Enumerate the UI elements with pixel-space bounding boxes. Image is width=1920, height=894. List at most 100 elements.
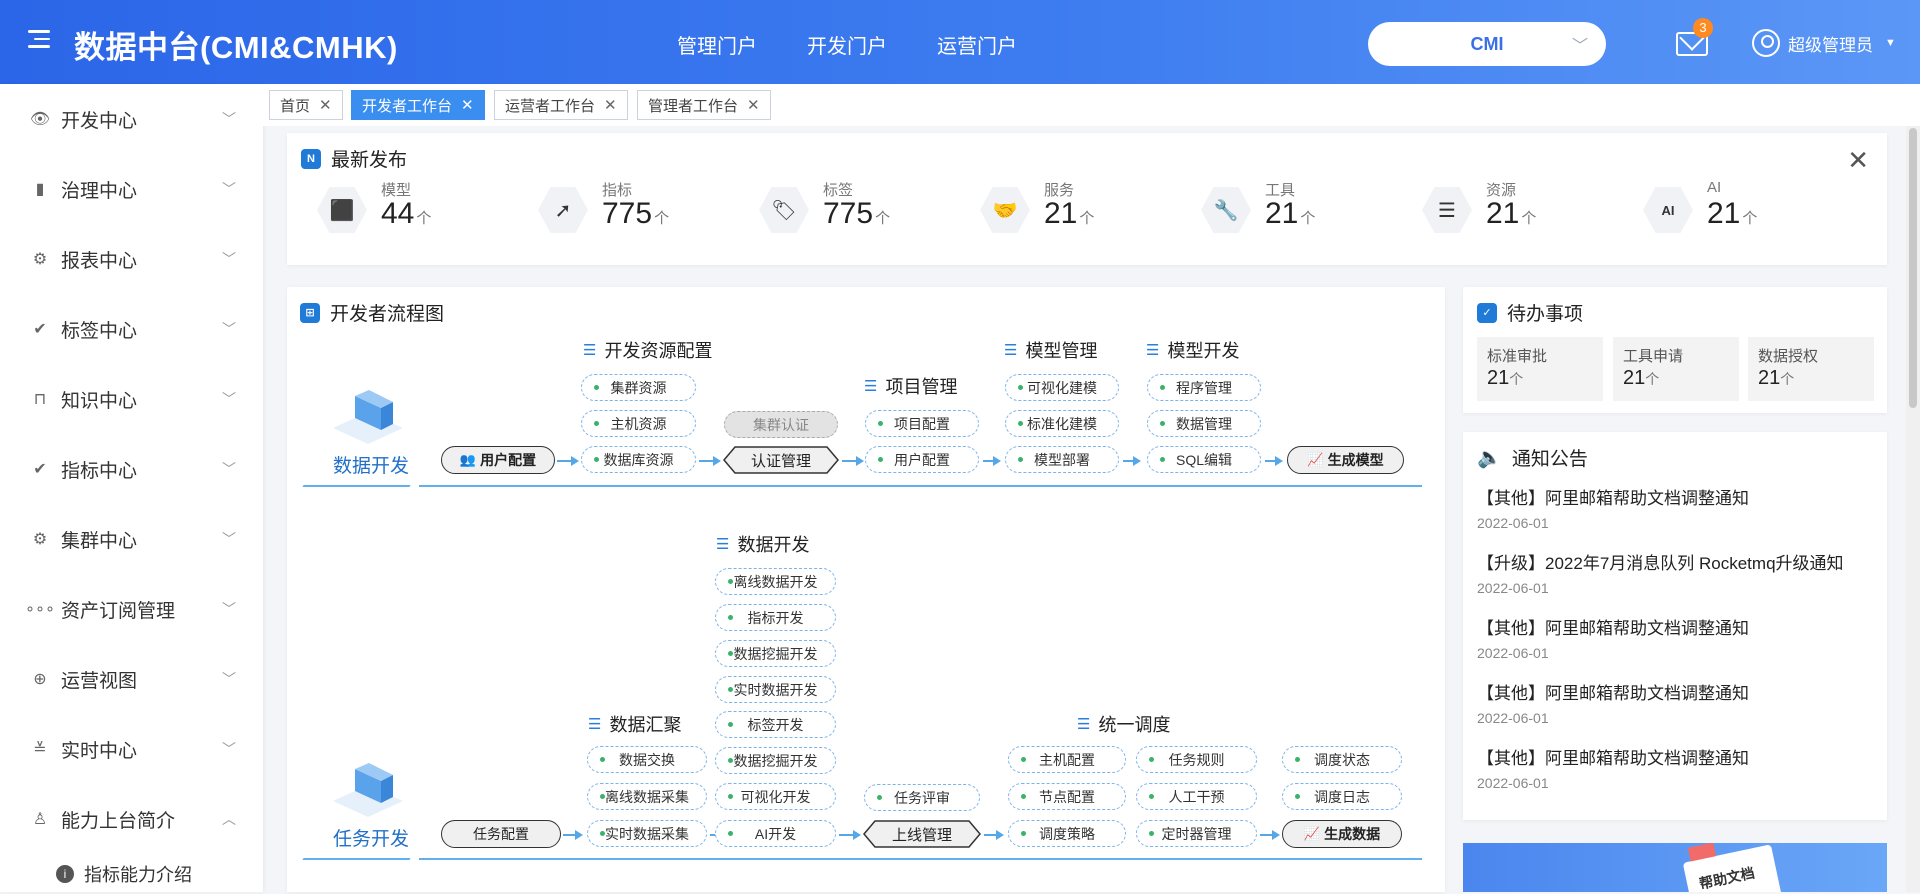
task-config-button[interactable]: 任务配置 xyxy=(441,820,561,848)
nav-dev-portal[interactable]: 开发门户 xyxy=(807,30,887,59)
tenant-value: CMI xyxy=(1470,33,1504,54)
close-icon[interactable]: ✕ xyxy=(1847,147,1869,173)
indicator-dev-node[interactable]: 指标开发 xyxy=(715,604,836,631)
sidebar-item-capability[interactable]: ♙ 能力上台简介 ︿ xyxy=(0,784,263,854)
notice-item[interactable]: 【其他】阿里邮箱帮助文档调整通知 2022-06-01 xyxy=(1477,614,1877,661)
tag-dev-node[interactable]: 标签开发 xyxy=(715,711,836,738)
sidebar-item-realtime[interactable]: ≚ 实时中心 ﹀ xyxy=(0,714,263,784)
node-config-node[interactable]: 节点配置 xyxy=(1008,783,1126,810)
host-config-node[interactable]: 主机配置 xyxy=(1008,746,1126,773)
sidebar-item-label: 能力上台简介 xyxy=(61,810,176,832)
notice-item[interactable]: 【其他】阿里邮箱帮助文档调整通知 2022-06-01 xyxy=(1477,679,1877,726)
cluster-auth-node[interactable]: 集群认证 xyxy=(724,411,838,438)
generate-model-button[interactable]: 📈 生成模型 xyxy=(1287,446,1404,474)
sidebar-item-dev-center[interactable]: 👁 开发中心 ﹀ xyxy=(0,84,263,154)
sidebar-item-report[interactable]: ⚙ 报表中心 ﹀ xyxy=(0,224,263,294)
stat-tool[interactable]: 🔧 工具 21 个 xyxy=(1201,177,1411,247)
schedule-strategy-node[interactable]: 调度策略 xyxy=(1008,820,1126,847)
node-label: 数据交换 xyxy=(619,751,675,768)
flow-baseline xyxy=(419,485,1422,487)
page-scrollbar[interactable] xyxy=(1906,126,1920,892)
stat-indicator[interactable]: ➚ 指标 775 个 xyxy=(538,177,748,247)
data-exchange-node[interactable]: 数据交换 xyxy=(587,746,707,773)
sidebar-item-indicator[interactable]: ✔ 指标中心 ﹀ xyxy=(0,434,263,504)
sidebar-item-knowledge[interactable]: ⊓ 知识中心 ﹀ xyxy=(0,364,263,434)
close-icon[interactable]: ✕ xyxy=(319,96,332,114)
todo-number: 21 xyxy=(1758,367,1781,389)
stat-model[interactable]: ⬛ 模型 44 个 xyxy=(317,177,527,247)
sidebar-item-tag[interactable]: ✔ 标签中心 ﹀ xyxy=(0,294,263,364)
task-rule-node[interactable]: 任务规则 xyxy=(1136,746,1257,773)
tab-operator-workbench[interactable]: 运营者工作台 ✕ xyxy=(494,90,628,120)
db-resource-node[interactable]: 数据库资源 xyxy=(581,446,696,473)
user-menu[interactable]: 超级管理员 ▼ xyxy=(1752,29,1896,57)
group-title: 开发资源配置 xyxy=(604,341,713,361)
schedule-status-node[interactable]: 调度状态 xyxy=(1282,746,1402,773)
manual-intervene-node[interactable]: 人工干预 xyxy=(1136,783,1257,810)
data-mining-dev-node[interactable]: 数据挖掘开发 xyxy=(715,640,836,667)
ai-dev-node[interactable]: AI开发 xyxy=(715,820,836,847)
chart-icon: 📈 xyxy=(1303,826,1321,841)
scrollbar-thumb[interactable] xyxy=(1909,128,1917,408)
check-circle-icon: ✔ xyxy=(33,321,47,338)
hamburger-menu-icon[interactable] xyxy=(28,30,50,50)
visual-dev-node[interactable]: 可视化开发 xyxy=(715,783,836,810)
todo-tool-application[interactable]: 工具申请 21个 xyxy=(1613,337,1739,401)
notice-title: 🔈 通知公告 xyxy=(1477,444,1588,471)
tenant-select[interactable]: CMI ﹀ xyxy=(1368,22,1606,66)
generate-data-button[interactable]: 📈 生成数据 xyxy=(1282,820,1402,848)
tab-manager-workbench[interactable]: 管理者工作台 ✕ xyxy=(637,90,771,120)
standard-modeling-node[interactable]: 标准化建模 xyxy=(1005,410,1119,437)
sidebar-item-asset-subscribe[interactable]: ∘∘∘ 资产订阅管理 ﹀ xyxy=(0,574,263,644)
sql-editor-node[interactable]: SQL编辑 xyxy=(1147,446,1261,473)
close-icon[interactable]: ✕ xyxy=(604,96,617,114)
sidebar-subitem-indicator-intro[interactable]: i 指标能力介绍 xyxy=(0,854,263,894)
todo-value: 21个 xyxy=(1487,367,1523,390)
nav-manage-portal[interactable]: 管理门户 xyxy=(677,30,757,59)
program-mgmt-node[interactable]: 程序管理 xyxy=(1147,374,1261,401)
sidebar-item-governance[interactable]: ▮ 治理中心 ﹀ xyxy=(0,154,263,224)
stage-label-data-dev: 数据开发 xyxy=(333,456,410,477)
stat-resource[interactable]: ☰ 资源 21 个 xyxy=(1422,177,1632,247)
nav-ops-portal[interactable]: 运营门户 xyxy=(937,30,1017,59)
auth-mgmt-node[interactable]: 认证管理 xyxy=(723,446,839,474)
tab-home[interactable]: 首页 ✕ xyxy=(269,90,343,120)
help-doc-banner[interactable]: 帮助文档 xyxy=(1463,843,1887,892)
project-config-node[interactable]: 项目配置 xyxy=(865,410,979,437)
timer-mgmt-node[interactable]: 定时器管理 xyxy=(1136,820,1257,847)
cluster-resource-node[interactable]: 集群资源 xyxy=(581,374,696,401)
gear-icon: ⚙ xyxy=(32,251,48,268)
close-icon[interactable]: ✕ xyxy=(747,96,760,114)
data-mining-dev-node-2[interactable]: 数据挖掘开发 xyxy=(715,747,836,774)
realtime-dev-node[interactable]: 实时数据开发 xyxy=(715,676,836,703)
task-review-node[interactable]: 任务评审 xyxy=(864,784,980,811)
user-config-button[interactable]: 👥 用户配置 xyxy=(441,446,555,474)
notice-item[interactable]: 【升级】2022年7月消息队列 Rocketmq升级通知 2022-06-01 xyxy=(1477,549,1877,596)
online-mgmt-node[interactable]: 上线管理 xyxy=(863,820,981,848)
todo-standard-approval[interactable]: 标准审批 21个 xyxy=(1477,337,1603,401)
notice-item[interactable]: 【其他】阿里邮箱帮助文档调整通知 2022-06-01 xyxy=(1477,744,1877,791)
sidebar-item-cluster[interactable]: ⚙ 集群中心 ﹀ xyxy=(0,504,263,574)
sidebar-item-ops-view[interactable]: ⊕ 运营视图 ﹀ xyxy=(0,644,263,714)
check-circle-icon: ✔ xyxy=(33,461,47,478)
close-icon[interactable]: ✕ xyxy=(461,96,474,114)
host-resource-node[interactable]: 主机资源 xyxy=(581,410,696,437)
node-label: 生成数据 xyxy=(1324,826,1381,842)
stat-ai[interactable]: AI AI 21 个 xyxy=(1643,177,1853,247)
data-mgmt-node[interactable]: 数据管理 xyxy=(1147,410,1261,437)
todo-data-authorization[interactable]: 数据授权 21个 xyxy=(1748,337,1874,401)
offline-dev-node[interactable]: 离线数据开发 xyxy=(715,568,836,595)
stat-tag[interactable]: 🏷 标签 775 个 xyxy=(759,177,969,247)
stat-service[interactable]: 🤝 服务 21 个 xyxy=(980,177,1190,247)
schedule-log-node[interactable]: 调度日志 xyxy=(1282,783,1402,810)
data-aggregation-title: ☰ 数据汇聚 xyxy=(588,711,681,737)
stat-value: 21 个 xyxy=(1044,197,1094,231)
todo-label: 工具申请 xyxy=(1623,348,1684,365)
offline-collect-node[interactable]: 离线数据采集 xyxy=(587,783,707,810)
realtime-collect-node[interactable]: 实时数据采集 xyxy=(587,820,707,847)
visual-modeling-node[interactable]: 可视化建模 xyxy=(1005,374,1119,401)
tab-developer-workbench[interactable]: 开发者工作台 ✕ xyxy=(351,90,485,120)
model-deploy-node[interactable]: 模型部署 xyxy=(1005,446,1119,473)
project-user-config-node[interactable]: 用户配置 xyxy=(865,446,979,473)
notice-item[interactable]: 【其他】阿里邮箱帮助文档调整通知 2022-06-01 xyxy=(1477,484,1877,531)
